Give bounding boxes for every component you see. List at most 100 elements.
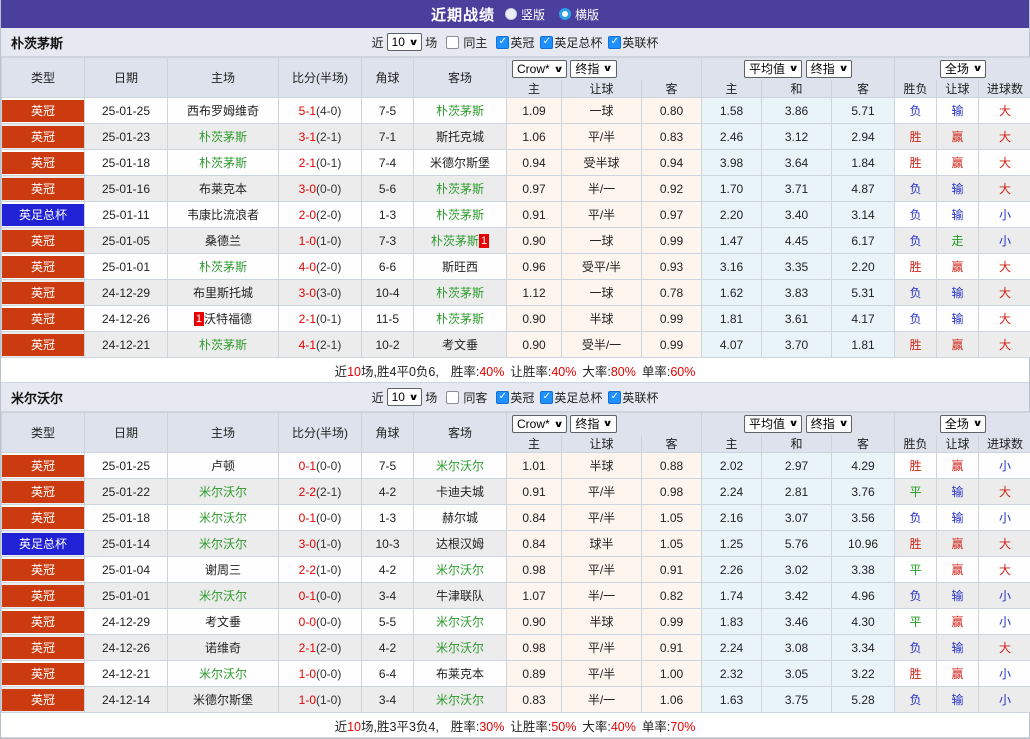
league-checkbox[interactable]: ✓ (496, 36, 509, 49)
match-date: 25-01-05 (85, 228, 168, 254)
col-header-away: 客场 (414, 58, 507, 98)
radio-vertical[interactable]: 竖版 (505, 6, 545, 23)
corners: 3-4 (362, 687, 414, 713)
corners: 6-6 (362, 254, 414, 280)
score: 1-0(0-0) (279, 661, 362, 687)
league-label: 英足总杯 (554, 389, 602, 406)
summary-stat-label: 让胜率: (510, 365, 551, 379)
radio-circle-selected-icon[interactable] (559, 8, 571, 20)
average-group-header: 平均值 ∨ 终指 ∨ (702, 413, 895, 435)
near-count-select[interactable]: 10 ∨ (387, 388, 423, 406)
match-date: 25-01-18 (85, 505, 168, 531)
away-team: 朴茨茅斯1 (414, 228, 507, 254)
team-sections: 朴茨茅斯 近 10 ∨ 场 同主 ✓英冠✓英足总杯✓英联杯 (1, 28, 1029, 738)
match-date: 25-01-14 (85, 531, 168, 557)
team-name: 米尔沃尔 (11, 388, 63, 407)
col-header-result-handicap: 让球 (937, 435, 979, 453)
card-count-badge: 1 (194, 312, 204, 326)
match-date: 25-01-18 (85, 150, 168, 176)
odds-source-select[interactable]: Crow* ∨ (512, 415, 567, 433)
fulltime-score: 3-0 (299, 182, 316, 196)
corners: 3-4 (362, 583, 414, 609)
home-team: 朴茨茅斯 (168, 254, 279, 280)
away-team: 卡迪夫城 (414, 479, 507, 505)
result-winloss: 负 (895, 583, 937, 609)
fulltime-select[interactable]: 全场 ∨ (940, 415, 986, 433)
avg-draw: 3.46 (762, 609, 832, 635)
final-odds-select-2[interactable]: 终指 ∨ (806, 415, 852, 433)
team-label: 朴茨茅斯 (431, 234, 479, 248)
score: 4-1(2-1) (279, 332, 362, 358)
team-label: 米尔沃尔 (436, 693, 484, 707)
competition-badge: 英足总杯 (2, 204, 84, 226)
odds-source-select[interactable]: Crow* ∨ (512, 60, 567, 78)
same-venue-checkbox[interactable] (446, 391, 459, 404)
home-team: 米尔沃尔 (168, 531, 279, 557)
corners: 7-4 (362, 150, 414, 176)
odds-home: 0.90 (507, 228, 562, 254)
score: 3-0(3-0) (279, 280, 362, 306)
team-label: 米尔沃尔 (199, 511, 247, 525)
col-header-avg-away: 客 (832, 435, 895, 453)
team-label: 米尔沃尔 (436, 641, 484, 655)
league-checkbox[interactable]: ✓ (540, 36, 553, 49)
summary-stat-value: 60% (670, 365, 695, 379)
chevron-down-icon: ∨ (409, 37, 419, 48)
average-select[interactable]: 平均值 ∨ (744, 415, 802, 433)
corners: 10-2 (362, 332, 414, 358)
result-goals: 大 (979, 332, 1030, 358)
home-team: 考文垂 (168, 609, 279, 635)
odds-away: 0.92 (642, 176, 702, 202)
fulltime-select[interactable]: 全场 ∨ (940, 60, 986, 78)
avg-away: 2.20 (832, 254, 895, 280)
fulltime-score: 3-1 (299, 130, 316, 144)
league-label: 英冠 (510, 389, 534, 406)
avg-home: 1.63 (702, 687, 762, 713)
summary-text: 近 (335, 365, 348, 379)
league-checkbox[interactable]: ✓ (608, 391, 621, 404)
fulltime-score: 0-1 (299, 589, 316, 603)
avg-draw: 3.75 (762, 687, 832, 713)
near-count-select[interactable]: 10 ∨ (387, 33, 423, 51)
halftime-score: (2-1) (316, 485, 341, 499)
col-header-odds-home: 主 (507, 80, 562, 98)
team-label: 考文垂 (205, 615, 241, 629)
odds-handicap: 平/半 (562, 661, 642, 687)
league-checkbox[interactable]: ✓ (540, 391, 553, 404)
summary-stat-value: 70% (670, 720, 695, 734)
col-header-corner: 角球 (362, 413, 414, 453)
team-section: 朴茨茅斯 近 10 ∨ 场 同主 ✓英冠✓英足总杯✓英联杯 (1, 28, 1029, 383)
radio-circle-icon[interactable] (505, 8, 517, 20)
match-type: 英冠 (2, 609, 85, 635)
team-section: 米尔沃尔 近 10 ∨ 场 同客 ✓英冠✓英足总杯✓英联杯 (1, 383, 1029, 738)
final-odds-select[interactable]: 终指 ∨ (570, 60, 616, 78)
avg-away: 4.29 (832, 453, 895, 479)
summary-stat-label: 单率: (642, 720, 670, 734)
radio-horizontal-label: 横版 (575, 6, 599, 23)
result-handicap: 赢 (937, 661, 979, 687)
radio-horizontal[interactable]: 横版 (559, 6, 599, 23)
league-checkbox[interactable]: ✓ (608, 36, 621, 49)
col-header-odds-handicap: 让球 (562, 435, 642, 453)
team-label: 米尔沃尔 (199, 667, 247, 681)
score: 3-0(0-0) (279, 176, 362, 202)
odds-away: 0.99 (642, 228, 702, 254)
match-row: 英冠24-12-29考文垂0-0(0-0)5-5米尔沃尔0.90半球0.991.… (2, 609, 1030, 635)
fulltime-score: 0-1 (299, 511, 316, 525)
odds-handicap: 半/一 (562, 687, 642, 713)
team-label: 朴茨茅斯 (436, 104, 484, 118)
halftime-score: (2-1) (316, 130, 341, 144)
team-label: 朴茨茅斯 (199, 338, 247, 352)
final-odds-select-2[interactable]: 终指 ∨ (806, 60, 852, 78)
competition-badge: 英冠 (2, 178, 84, 200)
competition-badge: 英冠 (2, 100, 84, 122)
same-venue-checkbox[interactable] (446, 36, 459, 49)
odds-home: 0.90 (507, 332, 562, 358)
avg-home: 1.81 (702, 306, 762, 332)
col-header-goals: 进球数 (979, 80, 1030, 98)
competition-badge: 英冠 (2, 637, 84, 659)
average-select[interactable]: 平均值 ∨ (744, 60, 802, 78)
final-odds-select[interactable]: 终指 ∨ (570, 415, 616, 433)
score: 1-0(1-0) (279, 687, 362, 713)
league-checkbox[interactable]: ✓ (496, 391, 509, 404)
